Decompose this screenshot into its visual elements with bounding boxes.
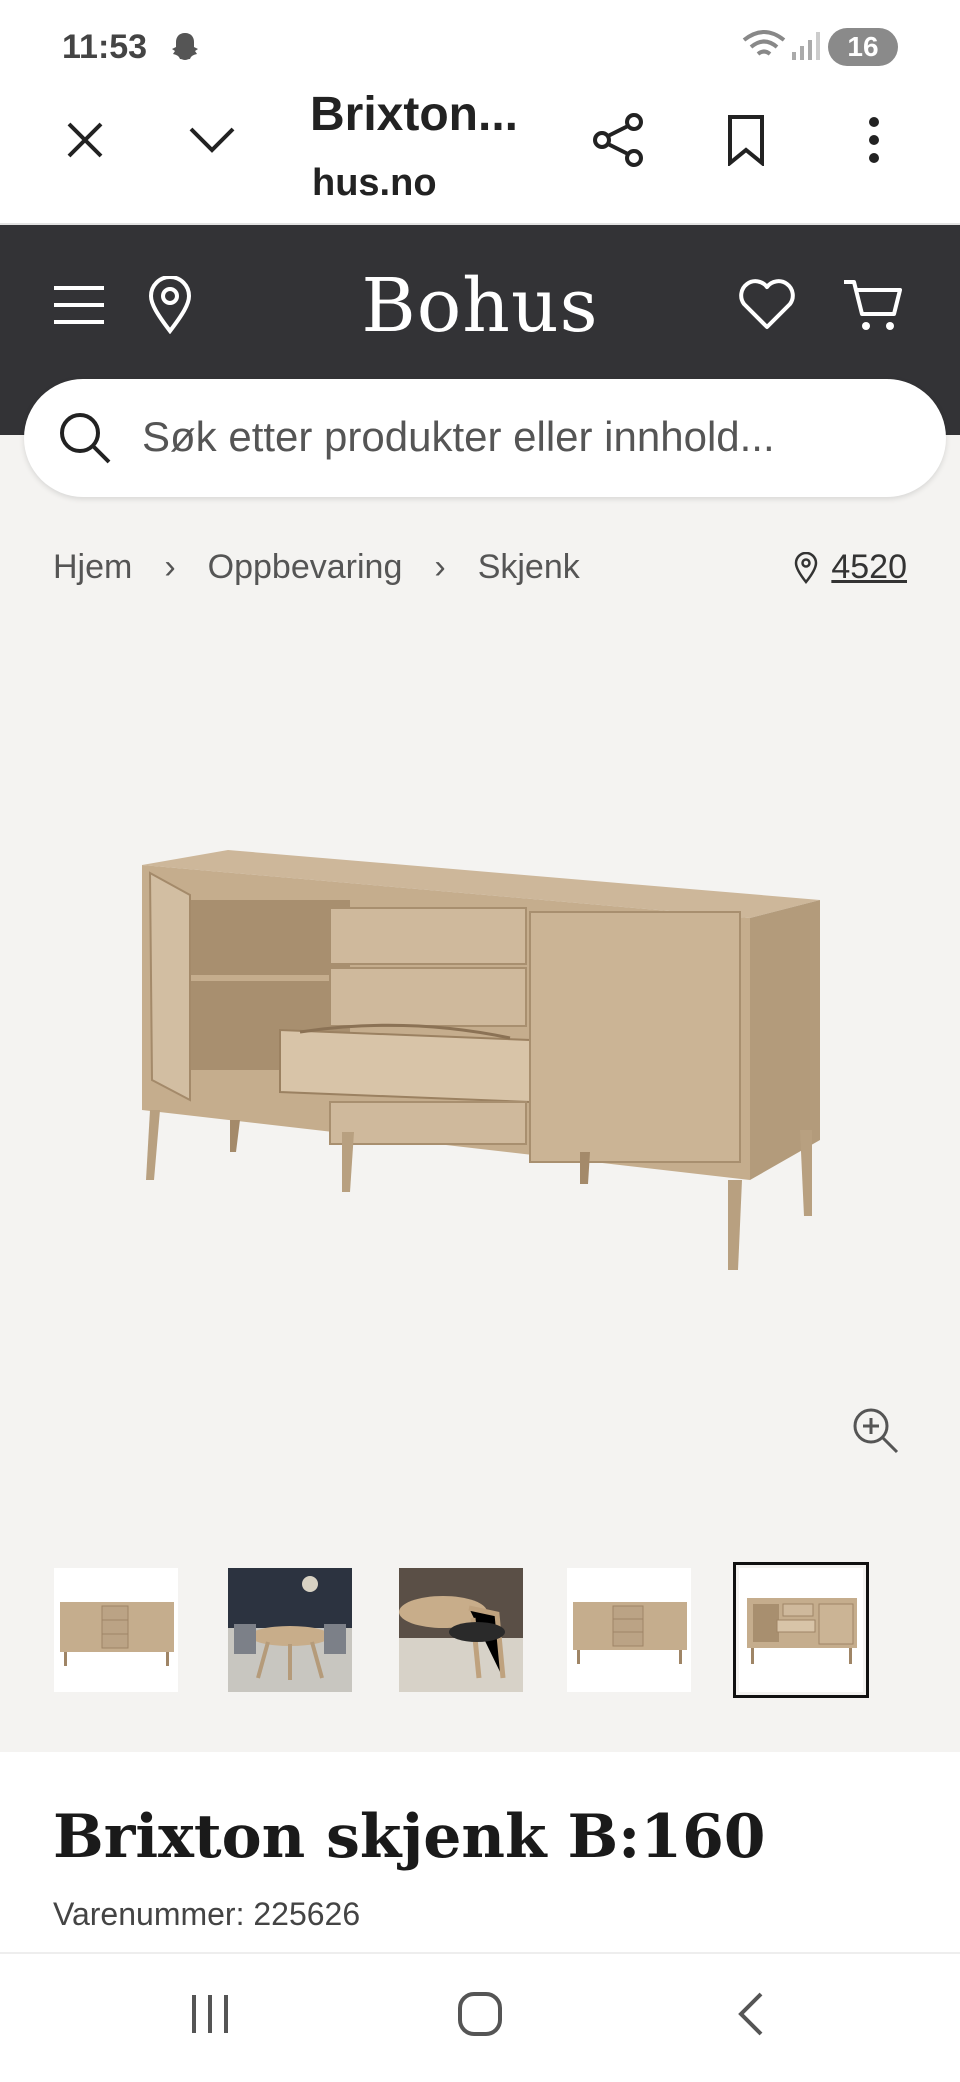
breadcrumb: Hjem › Oppbevaring › Skjenk [53,548,580,587]
thumbnail-image [573,1602,687,1664]
search-icon [60,413,111,464]
browser-toolbar: Brixton... hus.no [0,90,960,225]
product-title: Brixton skjenk B:160 [53,1802,766,1872]
thumbnail-2[interactable] [228,1568,352,1692]
search-input[interactable]: Søk etter produkter eller innhold... [24,379,946,497]
recent-apps-icon [192,1995,228,2033]
back-icon [738,1992,763,2036]
search-placeholder: Søk etter produkter eller innhold... [142,413,775,460]
share-icon [593,113,643,167]
bohus-logo[interactable]: Bohus [0,263,960,349]
cart-button[interactable] [838,275,908,337]
more-menu-button[interactable] [844,110,904,170]
chevron-down-icon [189,127,235,153]
battery-level: 16 [847,31,879,62]
chevron-right-icon: › [434,548,446,586]
home-icon [458,1992,502,2036]
status-time: 11:53 [62,28,148,66]
thumbnail-1[interactable] [54,1568,178,1692]
cart-icon [844,280,902,330]
snapchat-icon [172,33,198,60]
zoom-in-icon [853,1408,899,1454]
heart-icon [739,279,795,329]
recent-apps-button[interactable] [180,1984,240,2044]
page-url: hus.no [312,162,437,204]
breadcrumb-home[interactable]: Hjem [53,548,132,587]
chevron-right-icon: › [164,548,176,586]
more-vertical-icon [869,117,879,163]
share-button[interactable] [588,110,648,170]
product-image[interactable] [130,840,830,1320]
selected-store[interactable]: 4520 [793,548,907,587]
thumbnail-3[interactable] [399,1568,523,1692]
page-title: Brixton... [310,88,519,141]
minimize-button[interactable] [182,110,242,170]
thumbnail-image [399,1568,523,1692]
thumbnail-5[interactable] [733,1562,869,1698]
location-pin-icon [795,551,818,584]
thumbnail-image [747,1598,857,1664]
store-number[interactable]: 4520 [831,548,907,587]
home-button[interactable] [450,1984,510,2044]
thumbnail-image [60,1602,174,1666]
thumbnail-4[interactable] [567,1568,691,1692]
wifi-icon [742,30,786,56]
signal-icon [792,32,820,60]
breadcrumb-oppbevaring[interactable]: Oppbevaring [208,548,403,587]
product-sku: Varenummer: 225626 [53,1896,361,1932]
status-bar: 11:53 16 [0,0,960,90]
product-info: Brixton skjenk B:160 Varenummer: 225626 [0,1752,960,1952]
breadcrumb-skjenk[interactable]: Skjenk [478,548,580,587]
bookmark-icon [728,115,764,166]
thumbnail-image [228,1568,352,1692]
close-icon [67,122,103,158]
bookmark-button[interactable] [716,110,776,170]
wishlist-button[interactable] [734,275,800,335]
system-nav-bar [0,1952,960,2082]
back-button[interactable] [720,1984,780,2044]
thumbnail-strip [0,1562,960,1698]
battery-indicator: 16 [828,28,898,66]
zoom-button[interactable] [850,1405,902,1457]
close-tab-button[interactable] [55,110,115,170]
